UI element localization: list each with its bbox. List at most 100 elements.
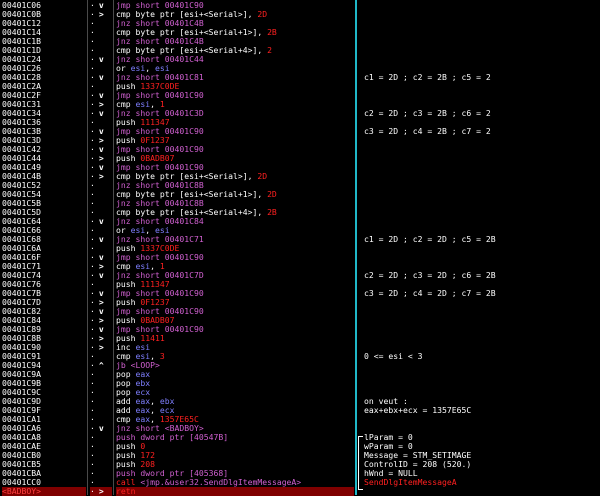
instruction-line[interactable]: cmp byte ptr [esi+<Serial>], 2D — [116, 10, 354, 19]
instruction-line[interactable]: push 0 — [116, 442, 354, 451]
instruction-line[interactable]: cmp esi, 1 — [116, 100, 354, 109]
address-cell[interactable]: 00401C94 — [2, 361, 86, 370]
address-cell[interactable]: 00401C26 — [2, 64, 86, 73]
instruction-line[interactable]: jnz short 00401C4B — [116, 19, 354, 28]
address-cell[interactable]: 00401C5B — [2, 199, 86, 208]
address-cell[interactable]: 00401CAE — [2, 442, 86, 451]
address-cell[interactable]: 00401C74 — [2, 271, 86, 280]
column-divider[interactable] — [113, 0, 114, 495]
address-cell[interactable]: 00401C84 — [2, 316, 86, 325]
address-cell[interactable]: 00401C9D — [2, 397, 86, 406]
instruction-line[interactable]: jmp short 00401C90 — [116, 289, 354, 298]
address-cell[interactable]: 00401CC0 — [2, 478, 86, 487]
instruction-line[interactable]: push dword ptr [40547B] — [116, 433, 354, 442]
column-divider[interactable] — [87, 0, 88, 495]
address-cell[interactable]: 00401C9A — [2, 370, 86, 379]
address-cell[interactable]: 00401C28 — [2, 73, 86, 82]
instruction-line[interactable]: push 1337C0DE — [116, 82, 354, 91]
instruction-line[interactable]: cmp esi, 1 — [116, 262, 354, 271]
instruction-line[interactable]: jnz short 00401C8B — [116, 181, 354, 190]
address-cell[interactable]: 00401C49 — [2, 163, 86, 172]
address-cell[interactable]: 00401C14 — [2, 28, 86, 37]
address-cell[interactable]: 00401C4B — [2, 172, 86, 181]
address-cell[interactable]: 00401CA8 — [2, 433, 86, 442]
instruction-line[interactable]: jnz short 00401C44 — [116, 55, 354, 64]
instruction-line[interactable]: jnz short 00401C84 — [116, 217, 354, 226]
instruction-line[interactable]: push 111347 — [116, 280, 354, 289]
address-cell[interactable]: 00401C12 — [2, 19, 86, 28]
instruction-line[interactable]: jb <LOOP> — [116, 361, 354, 370]
address-cell[interactable]: 00401C44 — [2, 154, 86, 163]
address-cell[interactable]: 00401CB5 — [2, 460, 86, 469]
address-cell[interactable]: 00401C68 — [2, 235, 86, 244]
instruction-line[interactable]: cmp byte ptr [esi+<Serial+1>], 2B — [116, 28, 354, 37]
address-cell[interactable]: 00401CBA — [2, 469, 86, 478]
instruction-line[interactable]: or esi, esi — [116, 64, 354, 73]
address-cell[interactable]: 00401CB0 — [2, 451, 86, 460]
instruction-line[interactable]: jnz short 00401C7D — [116, 271, 354, 280]
address-cell[interactable]: 00401C52 — [2, 181, 86, 190]
instruction-line[interactable]: push 172 — [116, 451, 354, 460]
instruction-line[interactable]: push 208 — [116, 460, 354, 469]
instruction-line[interactable]: push 11411 — [116, 334, 354, 343]
instruction-line[interactable]: jnz short <BADBOY> — [116, 424, 354, 433]
address-cell[interactable]: 00401C7B — [2, 289, 86, 298]
address-cell[interactable]: 00401C89 — [2, 325, 86, 334]
address-cell[interactable]: 00401C6F — [2, 253, 86, 262]
instruction-line[interactable]: pop ecx — [116, 388, 354, 397]
address-cell[interactable]: 00401C9C — [2, 388, 86, 397]
instruction-line[interactable]: jmp short 00401C90 — [116, 307, 354, 316]
instruction-line[interactable]: cmp byte ptr [esi+<Serial+4>], 2 — [116, 46, 354, 55]
instruction-line[interactable]: jmp short 00401C90 — [116, 145, 354, 154]
address-cell[interactable]: 00401C31 — [2, 100, 86, 109]
address-cell[interactable]: 00401C5D — [2, 208, 86, 217]
instruction-line[interactable]: pop ebx — [116, 379, 354, 388]
address-cell[interactable]: 00401C54 — [2, 190, 86, 199]
instruction-line[interactable]: jmp short 00401C90 — [116, 127, 354, 136]
address-cell[interactable]: 00401C6A — [2, 244, 86, 253]
address-cell[interactable]: 00401C82 — [2, 307, 86, 316]
instruction-line[interactable]: push 111347 — [116, 118, 354, 127]
instruction-line[interactable]: jmp short 00401C90 — [116, 91, 354, 100]
instruction-line[interactable]: jnz short 00401C3D — [116, 109, 354, 118]
instruction-line[interactable]: cmp eax, 1357E65C — [116, 415, 354, 424]
address-cell[interactable]: 00401C9B — [2, 379, 86, 388]
address-cell[interactable]: 00401C3D — [2, 136, 86, 145]
address-cell[interactable]: 00401CA1 — [2, 415, 86, 424]
address-cell[interactable]: 00401C06 — [2, 1, 86, 10]
address-cell[interactable]: 00401C64 — [2, 217, 86, 226]
address-cell[interactable]: 00401C36 — [2, 118, 86, 127]
address-cell[interactable]: 00401C76 — [2, 280, 86, 289]
instruction-line[interactable]: push 0F1237 — [116, 298, 354, 307]
instruction-line[interactable]: add eax, ebx — [116, 397, 354, 406]
instruction-line[interactable]: cmp byte ptr [esi+<Serial>], 2D — [116, 172, 354, 181]
address-cell[interactable]: 00401C3B — [2, 127, 86, 136]
instruction-line[interactable]: push 1337C0DE — [116, 244, 354, 253]
instruction-line[interactable]: jnz short 00401C8B — [116, 199, 354, 208]
address-cell[interactable]: 00401C2F — [2, 91, 86, 100]
instruction-line[interactable]: add eax, ecx — [116, 406, 354, 415]
address-cell[interactable]: 00401C91 — [2, 352, 86, 361]
address-cell[interactable]: 00401C1B — [2, 37, 86, 46]
address-cell[interactable]: 00401CA6 — [2, 424, 86, 433]
instruction-line[interactable]: jmp short 00401C90 — [116, 163, 354, 172]
instruction-line[interactable]: jnz short 00401C81 — [116, 73, 354, 82]
address-cell[interactable]: 00401C1D — [2, 46, 86, 55]
instruction-line[interactable]: jnz short 00401C4B — [116, 37, 354, 46]
instruction-line[interactable]: jmp short 00401C90 — [116, 325, 354, 334]
address-cell[interactable]: 00401C90 — [2, 343, 86, 352]
address-cell[interactable]: 00401C24 — [2, 55, 86, 64]
address-cell[interactable]: 00401C7D — [2, 298, 86, 307]
instruction-line[interactable]: pop eax — [116, 370, 354, 379]
instruction-line[interactable]: jmp short 00401C90 — [116, 1, 354, 10]
instruction-line[interactable]: push 0BADB07 — [116, 316, 354, 325]
address-cell[interactable]: 00401C34 — [2, 109, 86, 118]
instruction-line[interactable]: or esi, esi — [116, 226, 354, 235]
address-cell[interactable]: 00401C9F — [2, 406, 86, 415]
address-cell[interactable]: 00401C2A — [2, 82, 86, 91]
instruction-line[interactable]: push 0F1237 — [116, 136, 354, 145]
address-cell[interactable]: 00401C66 — [2, 226, 86, 235]
address-cell[interactable]: 00401C0B — [2, 10, 86, 19]
column-divider-comments[interactable] — [355, 0, 357, 495]
instruction-line[interactable]: cmp byte ptr [esi+<Serial+4>], 2B — [116, 208, 354, 217]
